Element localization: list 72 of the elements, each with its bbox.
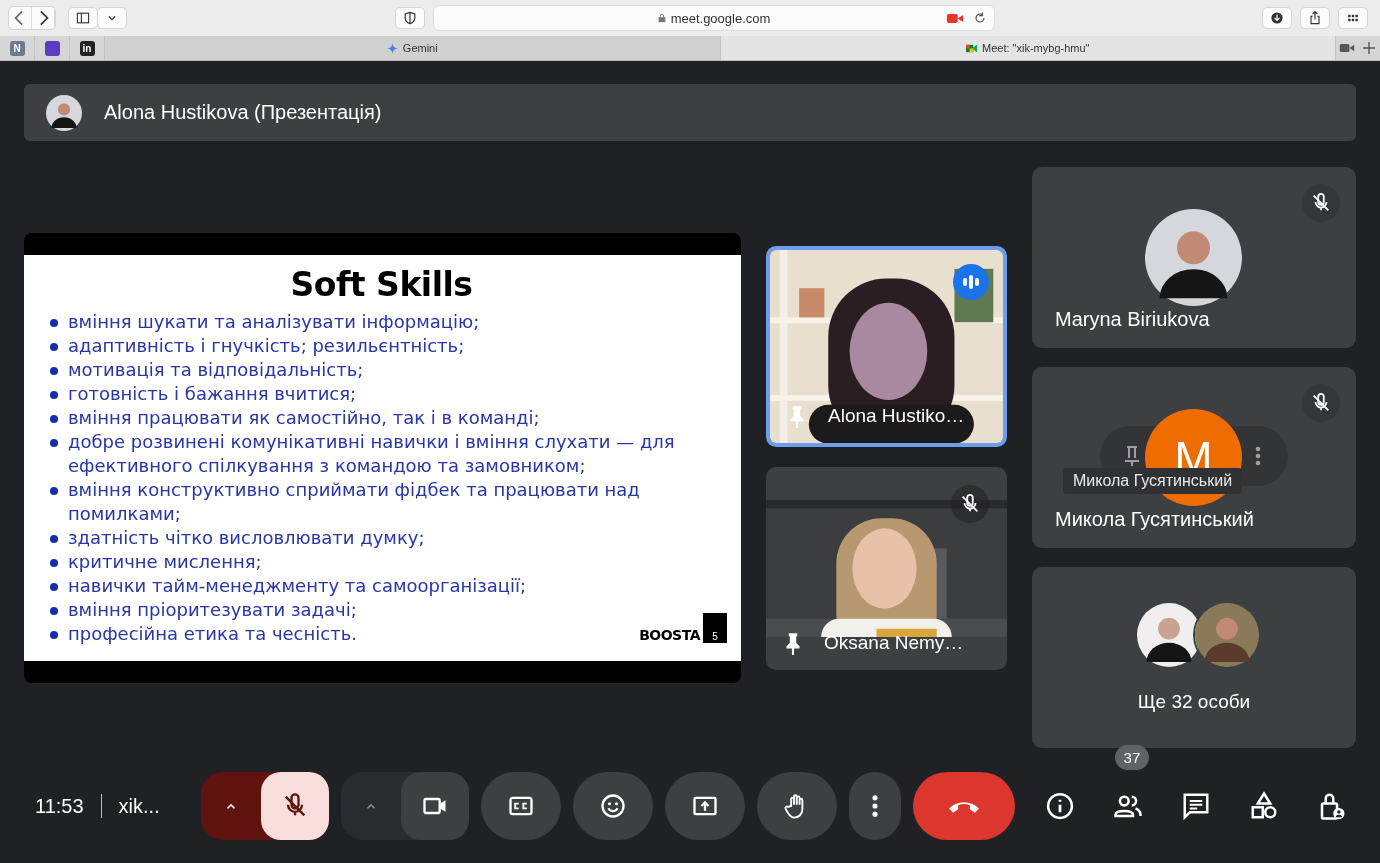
page-number: 5 (703, 612, 727, 643)
bullet-icon (50, 606, 58, 615)
participant-count-badge: 37 (1114, 745, 1150, 770)
participant-tile[interactable]: Maryna Biriukova (1032, 167, 1356, 348)
participant-name: Maryna Biriukova (1055, 308, 1210, 331)
slide-logo: BOOSTA (639, 626, 700, 643)
participant-name: Alona Hustiko… (828, 404, 965, 427)
address-field[interactable]: meet.google.com (432, 5, 995, 31)
meeting-code: xik... (118, 794, 161, 818)
grid-icon[interactable] (1338, 7, 1368, 29)
bullet-text: вміння конструктивно сприймати фідбек та працювати над помилками; (68, 477, 641, 526)
bullet-icon (50, 582, 58, 591)
bullet-icon (50, 390, 58, 399)
more-options-button[interactable] (848, 772, 901, 840)
bullet-icon (50, 558, 58, 567)
share-icon[interactable] (1300, 7, 1330, 29)
camera-icon (1339, 41, 1355, 55)
bullet-icon (50, 534, 58, 543)
avatar-icon (46, 94, 82, 131)
avatar-icon (1145, 209, 1242, 306)
navigation-buttons[interactable] (8, 6, 56, 30)
bullet-icon (50, 438, 58, 447)
sparkle-icon (386, 42, 398, 54)
bullet-text: професійна етика та чесність. (68, 621, 357, 646)
video-tile[interactable]: Oksana Nemy… (766, 466, 1007, 670)
browser-tab[interactable]: Gemini (105, 36, 721, 60)
more-participants-label: Ще 32 особи (1136, 691, 1252, 713)
shield-icon[interactable] (394, 7, 425, 29)
camera-button[interactable] (400, 772, 469, 840)
participant-name: Oksana Nemy… (824, 631, 964, 654)
browser-tab[interactable]: Meet: "xik-mybg-hmu" (720, 36, 1336, 60)
bullet-text: критичне мислення; (68, 549, 262, 574)
video-tile[interactable]: Alona Hustiko… (766, 245, 1007, 447)
meet-icon (966, 42, 977, 54)
bullet-icon (50, 342, 58, 351)
slide-title: Soft Skills (289, 264, 474, 304)
avatar-icon (1195, 603, 1259, 667)
bullet-icon (50, 630, 58, 639)
sidebar-icon[interactable] (68, 7, 98, 29)
bullet-icon (50, 414, 58, 423)
download-icon[interactable] (1262, 7, 1292, 29)
bullet-text: добре розвинені комунікативні навички і вміння слухати — для ефективного спілкування з командою та замовником; (68, 429, 676, 478)
bullet-icon (50, 366, 58, 375)
site-logo: N (9, 40, 25, 56)
pinned-tab[interactable]: N (0, 36, 35, 60)
site-logo: in (79, 40, 95, 56)
bullet-text: готовність і бажання вчитися; (68, 381, 357, 406)
lock-icon (656, 13, 667, 23)
presenter-name: Alona Hustikova (Презентація) (104, 101, 382, 124)
more-options-icon (869, 792, 880, 820)
smiley-icon (598, 792, 627, 820)
hang-up-icon (948, 799, 979, 813)
camera-recording-icon (945, 11, 964, 25)
bullet-text: вміння пріоритезувати задачі; (68, 597, 357, 622)
clock-time: 11:53 (35, 794, 84, 818)
name-tooltip: Микола Гусятинський (1063, 468, 1243, 494)
bullet-text: здатність чітко висловлювати думку; (68, 525, 425, 550)
info-icon[interactable] (1044, 791, 1075, 821)
bullet-text: вміння працювати як самостійно, так і в команді; (68, 405, 540, 430)
participant-name: Микола Гусятинський (1055, 508, 1254, 531)
url-text: meet.google.com (670, 10, 771, 26)
bullet-text: навички тайм-менеджменту та самоорганізації; (68, 573, 527, 598)
bullet-text: адаптивність і гнучкість; резильєнтність; (68, 333, 465, 358)
bullet-text: мотивація та відповідальність; (68, 357, 364, 382)
bullet-icon (50, 318, 58, 327)
speaking-indicator-icon (953, 263, 989, 300)
bullet-icon (50, 486, 58, 495)
more-options-icon[interactable] (1254, 444, 1262, 468)
bullet-text: вміння шукати та аналізувати інформацію; (68, 309, 480, 334)
microphone-button[interactable] (260, 772, 329, 840)
new-tab-icon[interactable] (1361, 41, 1377, 55)
participant-tile[interactable]: Ще 32 особи (1032, 567, 1356, 748)
